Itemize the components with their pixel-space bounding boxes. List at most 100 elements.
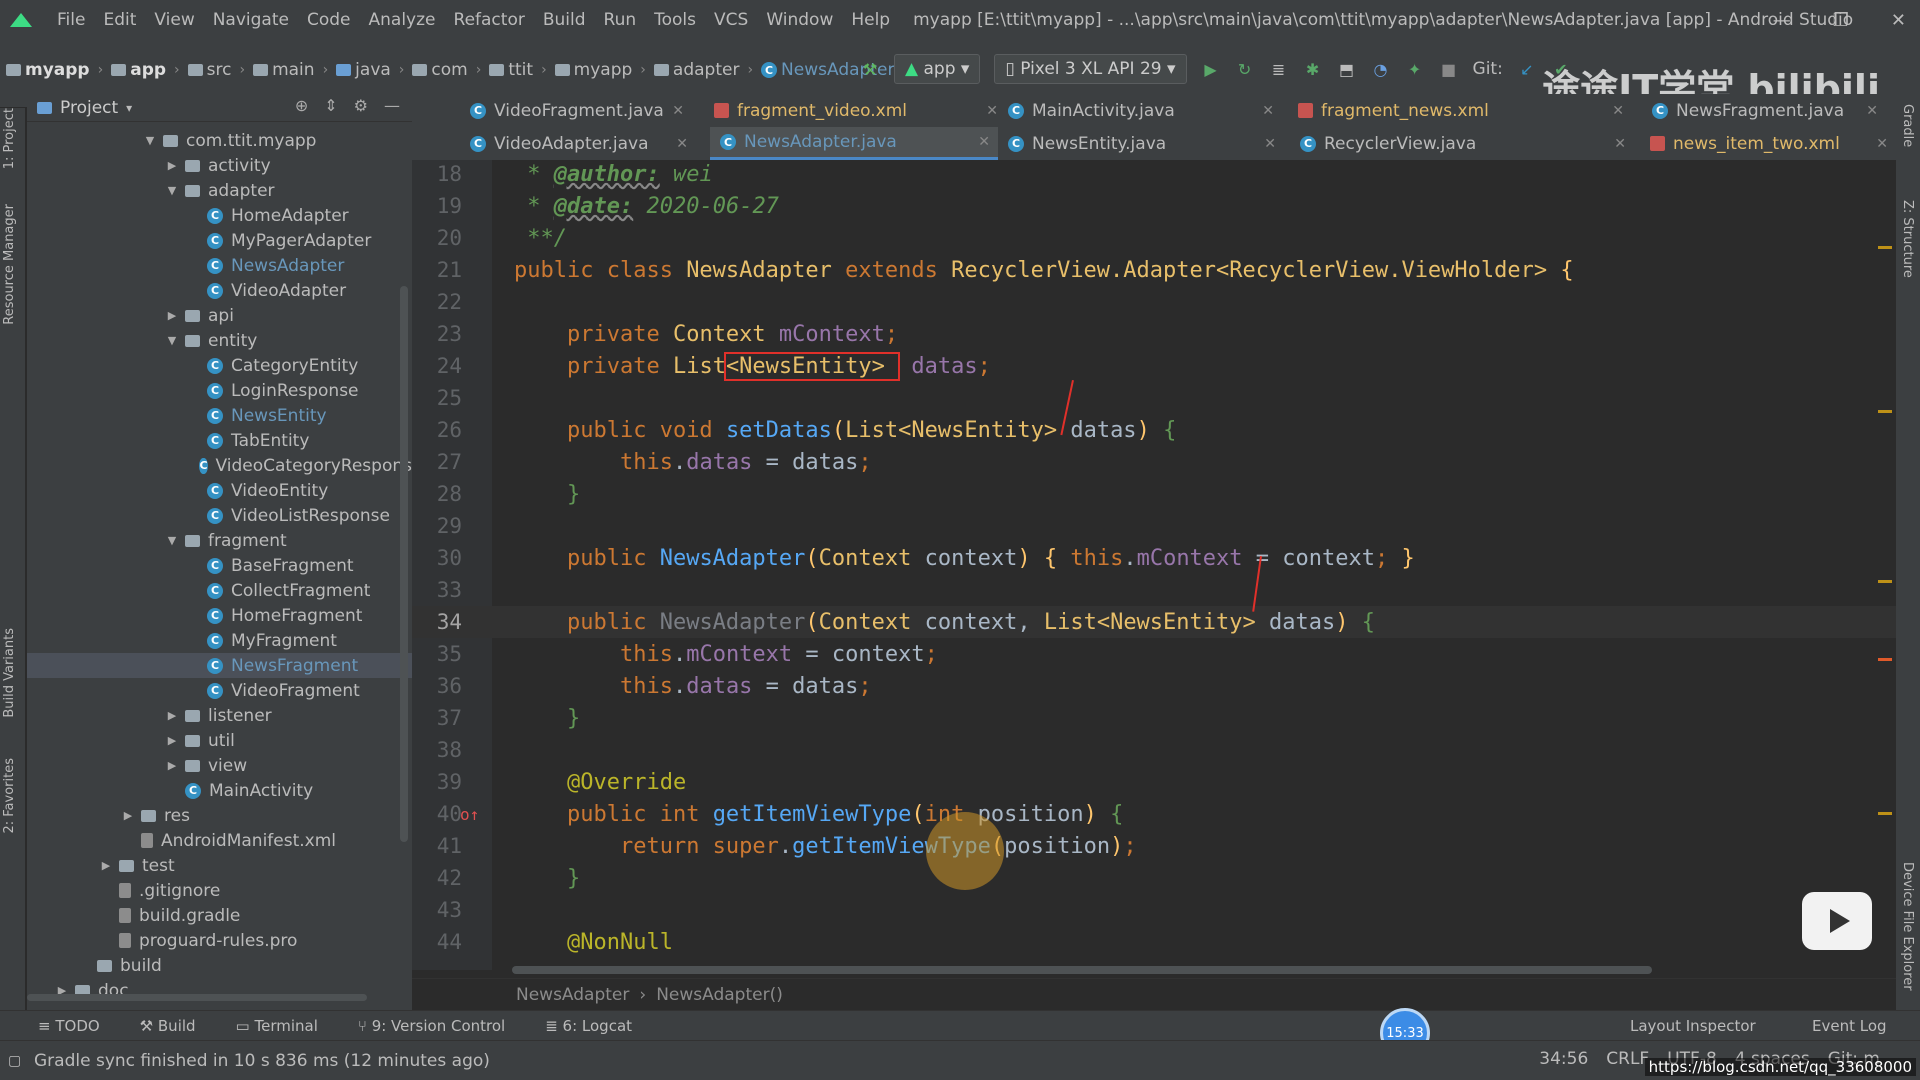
- expand-down-icon[interactable]: ▼: [165, 334, 179, 347]
- git-update-icon[interactable]: ↙: [1517, 59, 1537, 79]
- breadcrumb-item[interactable]: app: [111, 60, 166, 80]
- editor-horizontal-scrollbar[interactable]: [512, 966, 1652, 974]
- breadcrumb-item[interactable]: myapp: [6, 60, 90, 80]
- tree-item[interactable]: C NewsEntity: [27, 403, 412, 428]
- project-scrollbar[interactable]: [400, 286, 408, 842]
- editor-tab[interactable]: fragment_video.xml ✕: [704, 94, 1006, 127]
- menu-code[interactable]: Code: [298, 10, 360, 30]
- close-tab-icon[interactable]: ✕: [1876, 136, 1888, 152]
- tree-item[interactable]: C LoginResponse: [27, 378, 412, 403]
- breadcrumb-item[interactable]: myapp: [554, 60, 632, 80]
- tree-item[interactable]: C VideoListResponse: [27, 503, 412, 528]
- close-tab-icon[interactable]: ✕: [1612, 103, 1624, 119]
- menu-run[interactable]: Run: [595, 10, 646, 30]
- run-config-select[interactable]: ▲ app ▾: [894, 54, 981, 84]
- expand-right-icon[interactable]: ▶: [165, 709, 179, 722]
- expand-right-icon[interactable]: ▶: [165, 759, 179, 772]
- menu-build[interactable]: Build: [534, 10, 595, 30]
- menu-view[interactable]: View: [145, 10, 203, 30]
- close-tab-icon[interactable]: ✕: [672, 103, 684, 119]
- editor-tab[interactable]: C NewsFragment.java ✕: [1642, 94, 1886, 127]
- chevron-down-icon[interactable]: ▾: [126, 101, 132, 115]
- close-tab-icon[interactable]: ✕: [986, 103, 998, 119]
- expand-right-icon[interactable]: ▶: [99, 859, 113, 872]
- editor-tab[interactable]: fragment_news.xml ✕: [1288, 94, 1632, 127]
- video-play-icon[interactable]: [1802, 892, 1872, 950]
- breadcrumb-item[interactable]: com: [412, 60, 468, 80]
- locate-icon[interactable]: ⊕: [295, 96, 308, 115]
- tree-item[interactable]: .gitignore: [27, 878, 412, 903]
- tree-item[interactable]: ▶ res: [27, 803, 412, 828]
- error-stripe-marker[interactable]: [1878, 410, 1892, 413]
- menu-navigate[interactable]: Navigate: [204, 10, 298, 30]
- gear-icon[interactable]: ⚙: [354, 96, 368, 115]
- close-tab-icon[interactable]: ✕: [1866, 103, 1878, 119]
- editor-tab[interactable]: C NewsAdapter.java ✕: [710, 127, 998, 160]
- caret-position[interactable]: 34:56: [1539, 1049, 1588, 1069]
- tree-item[interactable]: ▶ listener: [27, 703, 412, 728]
- tree-item[interactable]: ▶ util: [27, 728, 412, 753]
- tool-tab-structure[interactable]: Z: Structure: [1900, 200, 1915, 278]
- profile-icon[interactable]: ◔: [1371, 59, 1391, 79]
- coverage-icon[interactable]: ✦: [1405, 59, 1425, 79]
- tree-item[interactable]: C VideoEntity: [27, 478, 412, 503]
- line-separator[interactable]: CRLF: [1606, 1049, 1649, 1069]
- layout-inspector-button[interactable]: Layout Inspector: [1630, 1017, 1756, 1035]
- expand-right-icon[interactable]: ▶: [165, 734, 179, 747]
- menu-tools[interactable]: Tools: [645, 10, 705, 30]
- editor-tab[interactable]: C VideoFragment.java ✕: [460, 94, 692, 127]
- tree-item[interactable]: ▼ com.ttit.myapp: [27, 128, 412, 153]
- error-stripe-marker[interactable]: [1878, 812, 1892, 815]
- tree-item[interactable]: C BaseFragment: [27, 553, 412, 578]
- expand-right-icon[interactable]: ▶: [121, 809, 135, 822]
- tree-item[interactable]: C TabEntity: [27, 428, 412, 453]
- tool-tab-gradle[interactable]: Gradle: [1900, 104, 1915, 147]
- code-editor[interactable]: 18 * @author: wei 19 * @date: 2020-06-27…: [412, 160, 1896, 970]
- expand-down-icon[interactable]: ▼: [165, 184, 179, 197]
- tree-item[interactable]: ▼ adapter: [27, 178, 412, 203]
- close-tab-icon[interactable]: ✕: [1614, 136, 1626, 152]
- menu-edit[interactable]: Edit: [94, 10, 145, 30]
- minimize-icon[interactable]: —: [1773, 10, 1791, 31]
- override-method-icon[interactable]: o↑: [460, 805, 479, 824]
- project-view-select[interactable]: Project: [60, 98, 118, 118]
- hammer-icon[interactable]: ⚒: [860, 59, 880, 79]
- tree-item[interactable]: C NewsAdapter: [27, 253, 412, 278]
- tool-window-button[interactable]: ≣ 6: Logcat: [545, 1017, 632, 1035]
- tool-tab-device-file-explorer[interactable]: Device File Explorer: [1900, 862, 1915, 991]
- tree-item[interactable]: C MyFragment: [27, 628, 412, 653]
- tree-item[interactable]: C VideoFragment: [27, 678, 412, 703]
- tree-item[interactable]: ▶ api: [27, 303, 412, 328]
- close-tab-icon[interactable]: ✕: [1264, 136, 1276, 152]
- tree-item[interactable]: build.gradle: [27, 903, 412, 928]
- tree-item[interactable]: C HomeFragment: [27, 603, 412, 628]
- status-toggle-icon[interactable]: ▢: [8, 1053, 21, 1069]
- editor-tab[interactable]: C NewsEntity.java ✕: [998, 127, 1284, 160]
- breadcrumb-item[interactable]: src: [187, 60, 231, 80]
- tree-item[interactable]: build: [27, 953, 412, 978]
- debug-icon[interactable]: ✱: [1303, 59, 1323, 79]
- tree-item[interactable]: C NewsFragment: [27, 653, 412, 678]
- close-tab-icon[interactable]: ✕: [978, 134, 990, 150]
- breadcrumb-item[interactable]: main: [253, 60, 315, 80]
- tool-tab-build-variants[interactable]: Build Variants: [2, 628, 17, 718]
- tree-item[interactable]: C HomeAdapter: [27, 203, 412, 228]
- tool-tab-favorites[interactable]: 2: Favorites: [2, 758, 17, 834]
- menu-help[interactable]: Help: [842, 10, 899, 30]
- tool-tab-resource-manager[interactable]: Resource Manager: [2, 204, 17, 325]
- editor-tab[interactable]: C RecyclerView.java ✕: [1290, 127, 1634, 160]
- error-stripe-marker[interactable]: [1878, 580, 1892, 583]
- expand-down-icon[interactable]: ▼: [143, 134, 157, 147]
- tree-item[interactable]: ▼ fragment: [27, 528, 412, 553]
- tree-item[interactable]: C VideoAdapter: [27, 278, 412, 303]
- tree-item[interactable]: ▼ entity: [27, 328, 412, 353]
- tree-item[interactable]: proguard-rules.pro: [27, 928, 412, 953]
- device-select[interactable]: ▯ Pixel 3 XL API 29 ▾: [994, 54, 1187, 84]
- menu-refactor[interactable]: Refactor: [445, 10, 534, 30]
- close-tab-icon[interactable]: ✕: [1262, 103, 1274, 119]
- expand-right-icon[interactable]: ▶: [165, 309, 179, 322]
- menu-window[interactable]: Window: [757, 10, 842, 30]
- close-tab-icon[interactable]: ✕: [676, 136, 688, 152]
- tree-item[interactable]: C MainActivity: [27, 778, 412, 803]
- editor-breadcrumb-method[interactable]: NewsAdapter(): [656, 985, 783, 1005]
